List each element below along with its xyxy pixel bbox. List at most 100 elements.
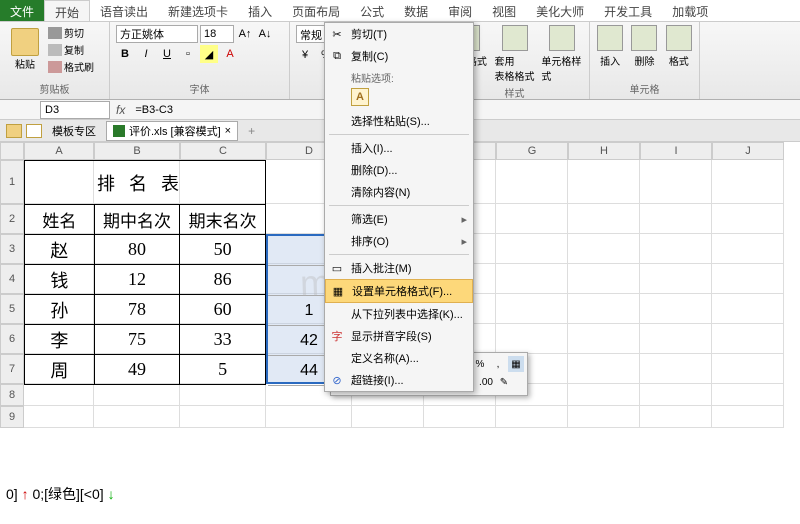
tab-dev[interactable]: 开发工具 [594,0,662,21]
cm-sort[interactable]: 排序(O)▸ [325,230,473,252]
font-size-select[interactable] [200,25,234,43]
cell-J6[interactable] [712,324,784,354]
tab-layout[interactable]: 页面布局 [282,0,350,21]
cell-G1[interactable] [496,160,568,204]
select-all-corner[interactable] [0,142,24,160]
tab-data[interactable]: 数据 [394,0,438,21]
cell-J9[interactable] [712,406,784,428]
name-box[interactable] [40,101,110,119]
cell-I5[interactable] [640,294,712,324]
cell-D9[interactable] [266,406,352,428]
row-head-6[interactable]: 6 [0,324,24,354]
cell-I4[interactable] [640,264,712,294]
cell-H3[interactable] [568,234,640,264]
cell-I6[interactable] [640,324,712,354]
cell-J5[interactable] [712,294,784,324]
row-head-2[interactable]: 2 [0,204,24,234]
cm-paste-all[interactable]: A [351,88,369,106]
cell-G6[interactable] [496,324,568,354]
cut-button[interactable]: 剪切 [48,25,94,40]
mt-borders-icon[interactable]: ▦ [508,356,524,372]
mt-comma-icon[interactable]: , [490,356,506,372]
templates-tab[interactable]: 模板专区 [46,123,102,139]
cell-H5[interactable] [568,294,640,324]
close-tab-icon[interactable]: × [225,125,231,137]
tab-view[interactable]: 视图 [482,0,526,21]
insert-cells-button[interactable]: 插入 [596,25,624,68]
bold-button[interactable]: B [116,45,134,63]
mt-percent-icon[interactable]: % [472,356,488,372]
cell-G5[interactable] [496,294,568,324]
format-cells-button[interactable]: 格式 [665,25,693,68]
col-head-C[interactable]: C [180,142,266,160]
cell-B9[interactable] [94,406,180,428]
currency-icon[interactable]: ¥ [296,46,314,64]
col-head-J[interactable]: J [712,142,784,160]
cm-delete[interactable]: 删除(D)... [325,159,473,181]
increase-font-icon[interactable]: A↑ [236,25,254,43]
cell-H9[interactable] [568,406,640,428]
cell-H4[interactable] [568,264,640,294]
cell-C9[interactable] [180,406,266,428]
cell-I3[interactable] [640,234,712,264]
cm-define-name[interactable]: 定义名称(A)... [325,347,473,369]
row-head-1[interactable]: 1 [0,160,24,204]
cm-filter[interactable]: 筛选(E)▸ [325,208,473,230]
paste-button[interactable]: 粘贴 [6,28,44,71]
cell-H8[interactable] [568,384,640,406]
tab-formula[interactable]: 公式 [350,0,394,21]
decrease-font-icon[interactable]: A↓ [256,25,274,43]
cm-hyperlink[interactable]: ⊘超链接(I)... [325,369,473,391]
copy-button[interactable]: 复制 [48,42,94,57]
home-tab-icon[interactable] [6,124,22,138]
fill-color-button[interactable]: ◢ [200,45,218,63]
file-menu[interactable]: 文件 [0,0,44,21]
folder-tab-icon[interactable] [26,124,42,138]
cell-H1[interactable] [568,160,640,204]
cell-G3[interactable] [496,234,568,264]
italic-button[interactable]: I [137,45,155,63]
cell-A9[interactable] [24,406,94,428]
cell-B8[interactable] [94,384,180,406]
cm-copy[interactable]: ⧉复制(C) [325,45,473,67]
document-tab[interactable]: 评价.xls [兼容模式] × [106,121,238,141]
tab-review[interactable]: 审阅 [438,0,482,21]
row-head-9[interactable]: 9 [0,406,24,428]
cm-insert[interactable]: 插入(I)... [325,137,473,159]
cell-F9[interactable] [424,406,496,428]
mt-brush-icon[interactable]: ✎ [496,374,512,390]
cell-H7[interactable] [568,354,640,384]
cm-pinyin[interactable]: 字显示拼音字段(S) [325,325,473,347]
cm-paste-special[interactable]: 选择性粘贴(S)... [325,110,473,132]
cell-G2[interactable] [496,204,568,234]
cell-J7[interactable] [712,354,784,384]
tab-newtab[interactable]: 新建选项卡 [158,0,238,21]
col-head-A[interactable]: A [24,142,94,160]
font-name-select[interactable] [116,25,198,43]
col-head-I[interactable]: I [640,142,712,160]
cm-cut[interactable]: ✂剪切(T) [325,23,473,45]
cell-G4[interactable] [496,264,568,294]
cell-H2[interactable] [568,204,640,234]
tab-speech[interactable]: 语音读出 [90,0,158,21]
cell-style-button[interactable]: 单元格样式 [541,25,583,83]
table-format-button[interactable]: 套用 表格格式 [494,25,536,83]
fx-icon[interactable]: fx [116,103,125,117]
cell-G9[interactable] [496,406,568,428]
row-head-7[interactable]: 7 [0,354,24,384]
font-color-button[interactable]: A [221,45,239,63]
cell-C8[interactable] [180,384,266,406]
col-head-B[interactable]: B [94,142,180,160]
row-head-3[interactable]: 3 [0,234,24,264]
cm-clear[interactable]: 清除内容(N) [325,181,473,203]
cm-comment[interactable]: ▭插入批注(M) [325,257,473,279]
cell-I8[interactable] [640,384,712,406]
row-head-8[interactable]: 8 [0,384,24,406]
cell-I1[interactable] [640,160,712,204]
format-painter-button[interactable]: 格式刷 [48,59,94,74]
cell-I9[interactable] [640,406,712,428]
tab-insert[interactable]: 插入 [238,0,282,21]
tab-home[interactable]: 开始 [44,0,90,21]
col-head-G[interactable]: G [496,142,568,160]
border-button[interactable]: ▫ [179,45,197,63]
